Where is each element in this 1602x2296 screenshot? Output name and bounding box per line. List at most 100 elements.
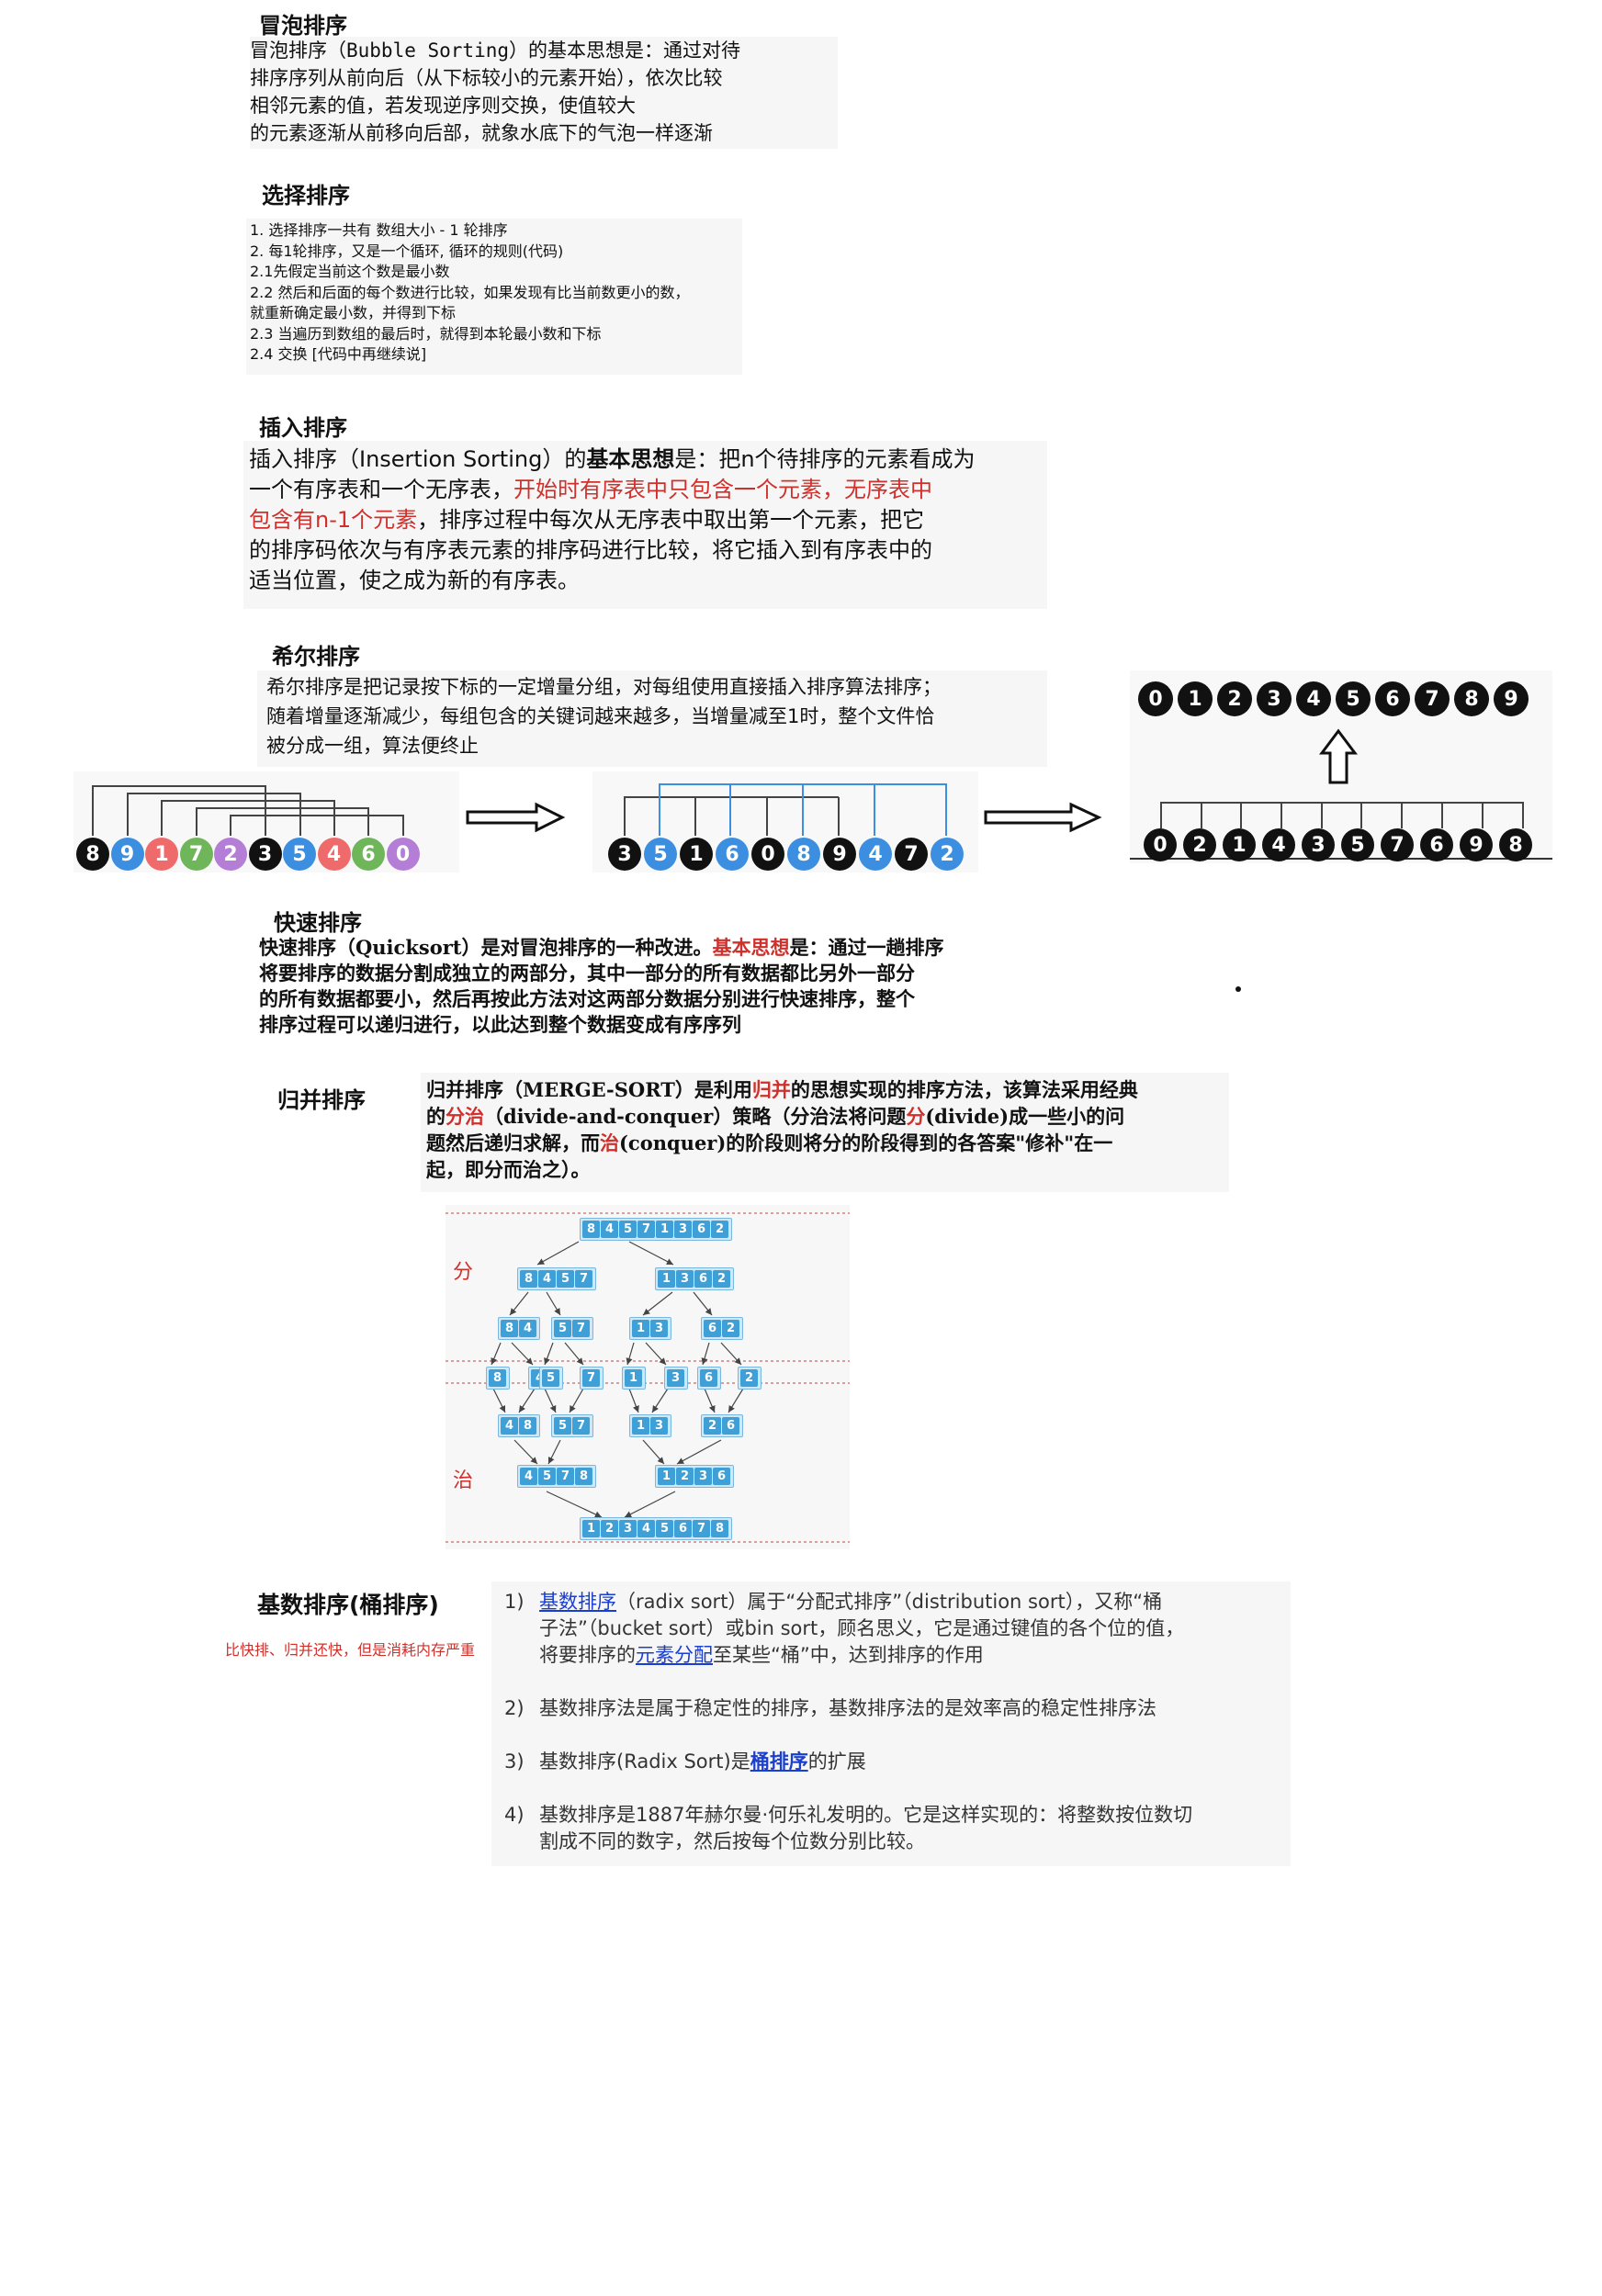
merge-value: 1 xyxy=(658,1468,675,1485)
number-ball: 9 xyxy=(110,838,144,871)
quick-text: 将要排序的数据分割成独立的两部分，其中一部分的所有数据都比另外一部分 xyxy=(259,962,915,985)
radix-list: 1) 基数排序（radix sort）属于“分配式排序”（distribution… xyxy=(491,1581,1291,1866)
stray-dot xyxy=(1235,986,1241,992)
insertion-text: 适当位置，使之成为新的有序表。 xyxy=(249,568,580,593)
shell-row4-sorted: 0123456789 xyxy=(1138,681,1529,716)
merge-keyword: 治 xyxy=(600,1131,619,1154)
insertion-text: 插入排序（Insertion Sorting）的 xyxy=(249,446,587,472)
merge-value: 2 xyxy=(711,1221,728,1238)
merge-description: 归并排序（MERGE-SORT）是利用归并的思想实现的排序方法，该算法采用经典 … xyxy=(421,1073,1229,1192)
number-ball: 5 xyxy=(283,838,316,871)
quick-keyword: 基本思想 xyxy=(712,936,790,959)
number-ball: 8 xyxy=(1454,681,1489,716)
merge-value: 8 xyxy=(501,1320,518,1337)
selection-step: 2. 每1轮排序，又是一个循环, 循环的规则(代码) xyxy=(250,242,564,260)
quick-text: 排序过程可以递归进行，以此达到整个数据变成有序序列 xyxy=(259,1013,741,1036)
merge-group: 84 xyxy=(498,1317,540,1340)
merge-group: 4578 xyxy=(517,1465,596,1488)
merge-value: 2 xyxy=(676,1468,694,1485)
shell-diagram-step3: 0123456789 0214357698 xyxy=(1130,670,1552,863)
merge-group: 62 xyxy=(701,1317,743,1340)
number-ball: 9 xyxy=(1494,681,1529,716)
radix-text: 基数排序法是属于稳定性的排序，基数排序法的是效率高的稳定性排序法 xyxy=(539,1697,1156,1719)
merge-value: 7 xyxy=(572,1320,590,1337)
quick-text: 的所有数据都要小，然后再按此方法对这两部分数据分别进行快速排序，整个 xyxy=(259,987,915,1010)
merge-divide-label: 分 xyxy=(453,1261,474,1284)
number-ball: 0 xyxy=(1138,681,1173,716)
selection-step: 就重新确定最小数，并得到下标 xyxy=(250,304,457,321)
selection-step: 2.3 当遍历到数组的最后时，就得到本轮最小数和下标 xyxy=(250,324,602,343)
radix-text: 子法”（bucket sort）或bin sort，顾名思义，它是通过键值的各个… xyxy=(539,1617,1185,1639)
merge-group: 7 xyxy=(580,1367,604,1390)
number-ball: 6 xyxy=(716,838,749,871)
merge-value: 5 xyxy=(542,1369,559,1387)
number-ball: 7 xyxy=(895,838,928,871)
number-ball: 6 xyxy=(1375,681,1410,716)
insertion-title: 插入排序 xyxy=(259,415,347,441)
element-distribution-link[interactable]: 元素分配 xyxy=(636,1644,713,1666)
merge-value: 7 xyxy=(693,1520,710,1537)
bubble-line: 排序序列从前向后（从下标较小的元素开始），依次比较 xyxy=(250,67,723,89)
merge-value: 6 xyxy=(694,1270,712,1288)
merge-value: 2 xyxy=(740,1369,758,1387)
merge-value: 4 xyxy=(519,1320,536,1337)
right-arrow-icon xyxy=(983,801,1102,838)
merge-value: 7 xyxy=(582,1369,600,1387)
bubble-description: 冒泡排序（Bubble Sorting）的基本思想是：通过对待 排序序列从前向后… xyxy=(250,37,838,149)
merge-group: 8457 xyxy=(517,1267,596,1290)
shell-title: 希尔排序 xyxy=(272,644,360,670)
right-arrow-icon xyxy=(465,801,566,838)
number-ball: 8 xyxy=(787,838,820,871)
quick-description: 快速排序（Quicksort）是对冒泡排序的一种改进。基本思想是：通过一趟排序 … xyxy=(259,935,1049,1052)
number-ball: 0 xyxy=(386,838,420,871)
merge-group: 1 xyxy=(622,1367,646,1390)
merge-group: 1236 xyxy=(655,1465,734,1488)
shell-row1: 8917235460 xyxy=(76,838,420,871)
merge-value: 6 xyxy=(713,1468,730,1485)
merge-value: 7 xyxy=(637,1221,655,1238)
merge-value: 1 xyxy=(582,1520,600,1537)
number-ball: 9 xyxy=(823,838,856,871)
merge-value: 1 xyxy=(632,1417,649,1435)
radix-item-1: 1) 基数排序（radix sort）属于“分配式排序”（distribution… xyxy=(504,1589,1278,1615)
merge-title: 归并排序 xyxy=(277,1087,366,1113)
insertion-text: 是：把n个待排序的元素看成为 xyxy=(674,446,976,472)
merge-group: 48 xyxy=(498,1414,540,1437)
number-ball: 7 xyxy=(1415,681,1450,716)
number-ball: 4 xyxy=(859,838,892,871)
insertion-text: 一个有序表和一个无序表， xyxy=(249,477,513,502)
merge-text: 题然后递归求解，而 xyxy=(426,1131,600,1154)
merge-text: （divide-and-conquer）策略（分治法将问题 xyxy=(484,1105,907,1128)
radix-item-number: 4) xyxy=(504,1804,525,1826)
merge-value: 4 xyxy=(538,1270,556,1288)
merge-text: (divide)成一些小的问 xyxy=(925,1105,1125,1128)
radix-text: 至某些“桶”中，达到排序的作用 xyxy=(713,1644,984,1666)
radix-note: 比快排、归并还快，但是消耗内存严重 xyxy=(225,1641,476,1659)
radix-item-4: 4) 基数排序是1887年赫尔曼·何乐礼发明的。它是这样实现的：将整数按位数切 xyxy=(504,1802,1278,1829)
shell-row3: 0214357698 xyxy=(1144,828,1532,861)
radix-sort-link[interactable]: 基数排序 xyxy=(539,1591,616,1613)
number-ball: 7 xyxy=(1381,828,1414,861)
number-ball: 5 xyxy=(1341,828,1374,861)
radix-text: 将要排序的 xyxy=(539,1644,636,1666)
merge-value: 7 xyxy=(572,1417,590,1435)
merge-value: 3 xyxy=(619,1520,637,1537)
merge-value: 2 xyxy=(713,1270,730,1288)
number-ball: 7 xyxy=(179,838,213,871)
number-ball: 4 xyxy=(317,838,351,871)
insertion-highlight: 开始时有序表中只包含一个元素，无序表中 xyxy=(513,477,932,502)
number-ball: 0 xyxy=(1144,828,1177,861)
number-ball: 4 xyxy=(1262,828,1295,861)
bucket-sort-link[interactable]: 桶排序 xyxy=(750,1750,808,1773)
merge-value: 4 xyxy=(520,1468,537,1485)
selection-step: 2.1先假定当前这个数是最小数 xyxy=(250,263,450,280)
merge-value: 1 xyxy=(632,1320,649,1337)
merge-value: 5 xyxy=(538,1468,556,1485)
merge-keyword: 分治 xyxy=(446,1105,484,1128)
number-ball: 6 xyxy=(352,838,385,871)
number-ball: 1 xyxy=(1223,828,1256,861)
merge-value: 3 xyxy=(650,1417,668,1435)
merge-value: 4 xyxy=(637,1520,655,1537)
merge-value: 3 xyxy=(674,1221,692,1238)
shell-row2: 3516089472 xyxy=(608,838,964,871)
